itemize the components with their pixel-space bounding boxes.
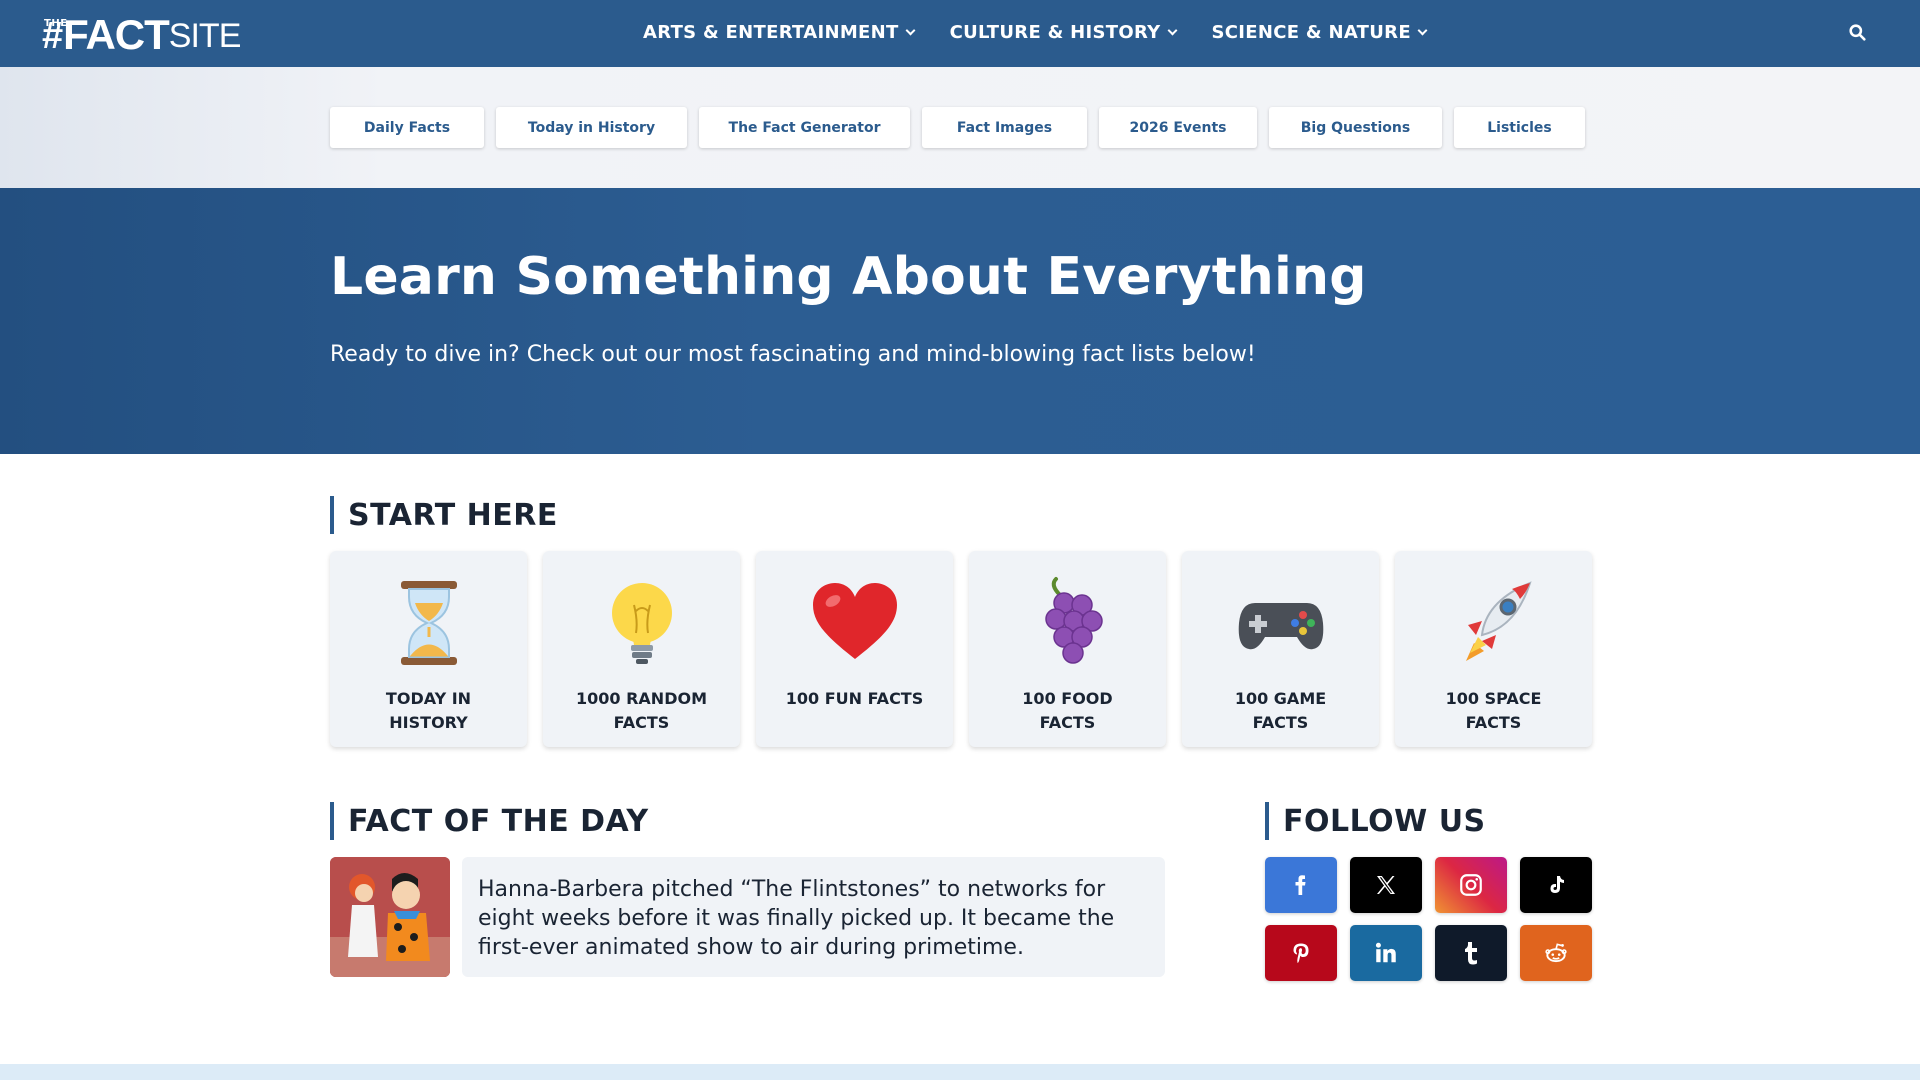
subnav-2026-events[interactable]: 2026 Events [1099,107,1257,148]
start-here-cards: TODAY IN HISTORY 1000 RANDOM FACTS 100 F… [330,551,1592,747]
logo-site: SITE [168,17,242,55]
chevron-down-icon [1417,25,1428,36]
reddit-icon [1545,943,1567,963]
heart-icon [812,583,897,659]
tiktok-icon [1550,876,1564,893]
flintstones-illustration [330,857,450,977]
nav-arts-entertainment[interactable]: ARTS & ENTERTAINMENT [643,22,916,43]
subnav-daily-facts[interactable]: Daily Facts [330,107,484,148]
nav-label: CULTURE & HISTORY [949,22,1161,43]
subnav-fact-generator[interactable]: The Fact Generator [699,107,910,148]
social-links [1265,857,1592,981]
card-100-space-facts[interactable]: 100 SPACE FACTS [1395,551,1592,747]
subnav-big-questions[interactable]: Big Questions [1269,107,1442,148]
card-100-fun-facts[interactable]: 100 FUN FACTS [756,551,953,747]
pinterest-button[interactable] [1265,925,1337,981]
nav-culture-history[interactable]: CULTURE & HISTORY [949,22,1177,43]
linkedin-icon [1375,942,1396,963]
card-label: 1000 RANDOM FACTS [576,689,707,732]
search-icon[interactable] [1849,24,1866,41]
subnav-listicles[interactable]: Listicles [1454,107,1585,148]
linkedin-button[interactable] [1350,925,1422,981]
subnav-today-in-history[interactable]: Today in History [496,107,687,148]
gamepad-icon [1238,603,1323,650]
fact-of-day-text: Hanna-Barbera pitched “The Flintstones” … [478,877,1115,960]
card-100-food-facts[interactable]: 100 FOOD FACTS [969,551,1166,747]
facebook-icon [1295,875,1306,895]
card-label: 100 FUN FACTS [785,689,924,708]
card-label: TODAY IN HISTORY [385,689,472,732]
follow-us-heading: FOLLOW US [1265,802,1486,840]
subnav-fact-images[interactable]: Fact Images [922,107,1087,148]
footer-pattern-band [0,1064,1920,1080]
hourglass-icon [400,581,457,665]
hero-subtitle: Ready to dive in? Check out our most fas… [330,342,1256,367]
fact-of-day-image[interactable] [330,857,450,977]
card-label: 100 SPACE FACTS [1445,689,1542,732]
nav-science-nature[interactable]: SCIENCE & NATURE [1211,22,1428,43]
rocket-icon [1465,581,1532,661]
nav-label: ARTS & ENTERTAINMENT [643,22,899,43]
card-100-game-facts[interactable]: 100 GAME FACTS [1182,551,1379,747]
card-label: 100 GAME FACTS [1234,689,1327,732]
fact-of-day-box: Hanna-Barbera pitched “The Flintstones” … [462,857,1165,977]
fact-of-day-heading: FACT OF THE DAY [330,802,649,840]
tumblr-icon [1465,942,1477,965]
facebook-button[interactable] [1265,857,1337,913]
card-today-in-history[interactable]: TODAY IN HISTORY [330,551,527,747]
logo-the: THE [44,18,68,29]
chevron-down-icon [905,25,916,36]
main-nav: ARTS & ENTERTAINMENT CULTURE & HISTORY S… [643,22,1428,43]
grapes-icon [1044,577,1103,664]
pinterest-icon [1293,943,1309,963]
tiktok-button[interactable] [1520,857,1592,913]
chevron-down-icon [1167,25,1177,36]
instagram-icon [1460,874,1482,896]
site-logo[interactable]: THE # FACT SITE [42,11,242,58]
instagram-button[interactable] [1435,857,1507,913]
top-header: THE # FACT SITE ARTS & ENTERTAINMENT CUL… [0,0,1920,67]
card-label: 100 FOOD FACTS [1022,689,1113,732]
nav-label: SCIENCE & NATURE [1211,22,1411,43]
lightbulb-icon [611,583,672,664]
card-1000-random-facts[interactable]: 1000 RANDOM FACTS [543,551,740,747]
start-here-heading: START HERE [330,496,558,534]
subnav: Daily Facts Today in History The Fact Ge… [330,107,1585,148]
x-icon [1377,876,1395,894]
hero-banner [0,188,1920,454]
x-button[interactable] [1350,857,1422,913]
hero-title: Learn Something About Everything [330,247,1367,307]
reddit-button[interactable] [1520,925,1592,981]
logo-fact: FACT [63,11,170,58]
tumblr-button[interactable] [1435,925,1507,981]
